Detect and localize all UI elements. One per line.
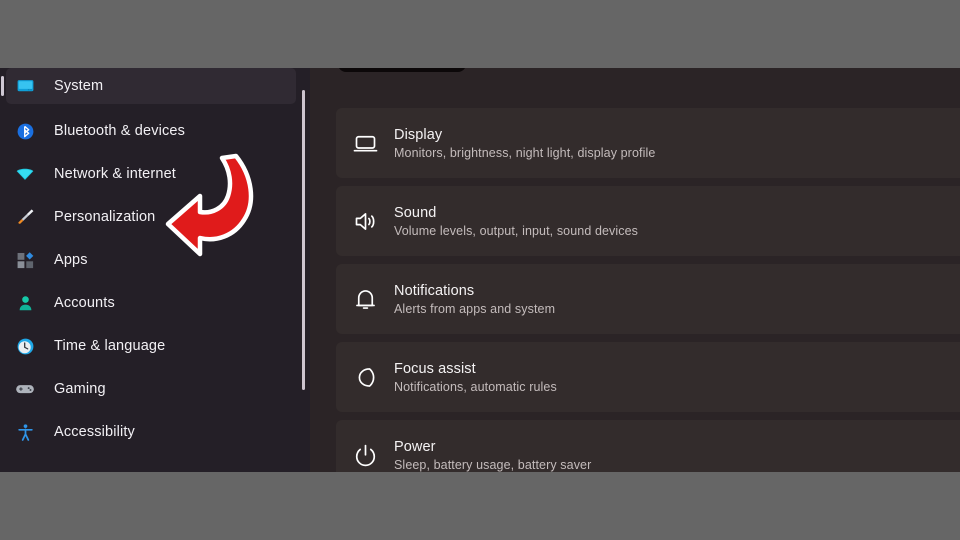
- sidebar-item-apps[interactable]: Apps: [6, 242, 296, 278]
- card-subtitle: Notifications, automatic rules: [394, 379, 557, 394]
- sidebar-item-bluetooth-devices[interactable]: Bluetooth & devices: [6, 113, 296, 149]
- wifi-icon: [14, 163, 36, 185]
- sidebar-item-gaming[interactable]: Gaming: [6, 371, 296, 407]
- speaker-icon: [336, 186, 394, 256]
- card-title: Focus assist: [394, 360, 476, 377]
- sidebar-item-accessibility[interactable]: Accessibility: [6, 414, 296, 450]
- header-partial-text: Windows 11: [488, 68, 550, 71]
- sidebar-item-label: Network & internet: [54, 166, 176, 182]
- moon-icon: [336, 342, 394, 412]
- apps-grid-icon: [14, 249, 36, 271]
- card-title: Sound: [394, 204, 437, 221]
- display-icon: [336, 108, 394, 178]
- sidebar-item-label: Bluetooth & devices: [54, 123, 186, 139]
- monitor-icon: [14, 75, 36, 97]
- sidebar-scrollbar-track[interactable]: [302, 82, 305, 402]
- power-icon: [336, 420, 394, 472]
- screenshot-root: System Bluetooth & devices Network & int…: [0, 0, 960, 540]
- settings-main-panel: Windows 11 Display Monitors, brightness,…: [310, 68, 960, 472]
- card-title: Display: [394, 126, 443, 143]
- settings-sidebar: System Bluetooth & devices Network & int…: [0, 68, 310, 472]
- sidebar-item-label: Personalization: [54, 209, 156, 225]
- settings-window: System Bluetooth & devices Network & int…: [0, 68, 960, 472]
- sidebar-item-personalization[interactable]: Personalization: [6, 199, 296, 235]
- header-search-remnant: [338, 68, 466, 72]
- settings-card-display[interactable]: Display Monitors, brightness, night ligh…: [336, 108, 960, 178]
- settings-card-power[interactable]: Power Sleep, battery usage, battery save…: [336, 420, 960, 472]
- bell-icon: [336, 264, 394, 334]
- selection-indicator: [1, 76, 4, 96]
- sidebar-item-label: Time & language: [54, 338, 166, 354]
- card-title: Notifications: [394, 282, 475, 299]
- card-subtitle: Monitors, brightness, night light, displ…: [394, 145, 656, 160]
- bluetooth-icon: [14, 120, 36, 142]
- sidebar-item-label: Apps: [54, 252, 88, 268]
- sidebar-item-label: Gaming: [54, 381, 106, 397]
- sidebar-item-label: System: [54, 78, 104, 94]
- card-subtitle: Sleep, battery usage, battery saver: [394, 457, 592, 472]
- sidebar-item-accounts[interactable]: Accounts: [6, 285, 296, 321]
- paintbrush-icon: [14, 206, 36, 228]
- gamepad-icon: [14, 378, 36, 400]
- settings-card-notifications[interactable]: Notifications Alerts from apps and syste…: [336, 264, 960, 334]
- sidebar-item-label: Accounts: [54, 295, 115, 311]
- card-subtitle: Alerts from apps and system: [394, 301, 556, 316]
- settings-card-sound[interactable]: Sound Volume levels, output, input, soun…: [336, 186, 960, 256]
- card-subtitle: Volume levels, output, input, sound devi…: [394, 223, 639, 238]
- sidebar-item-system[interactable]: System: [1, 68, 296, 104]
- settings-card-focus-assist[interactable]: Focus assist Notifications, automatic ru…: [336, 342, 960, 412]
- card-title: Power: [394, 438, 436, 455]
- sidebar-item-label: Accessibility: [54, 424, 135, 440]
- sidebar-item-network-internet[interactable]: Network & internet: [6, 156, 296, 192]
- sidebar-scrollbar-thumb[interactable]: [302, 90, 305, 390]
- person-icon: [14, 292, 36, 314]
- clock-icon: [14, 335, 36, 357]
- accessibility-icon: [14, 421, 36, 443]
- sidebar-item-time-language[interactable]: Time & language: [6, 328, 296, 364]
